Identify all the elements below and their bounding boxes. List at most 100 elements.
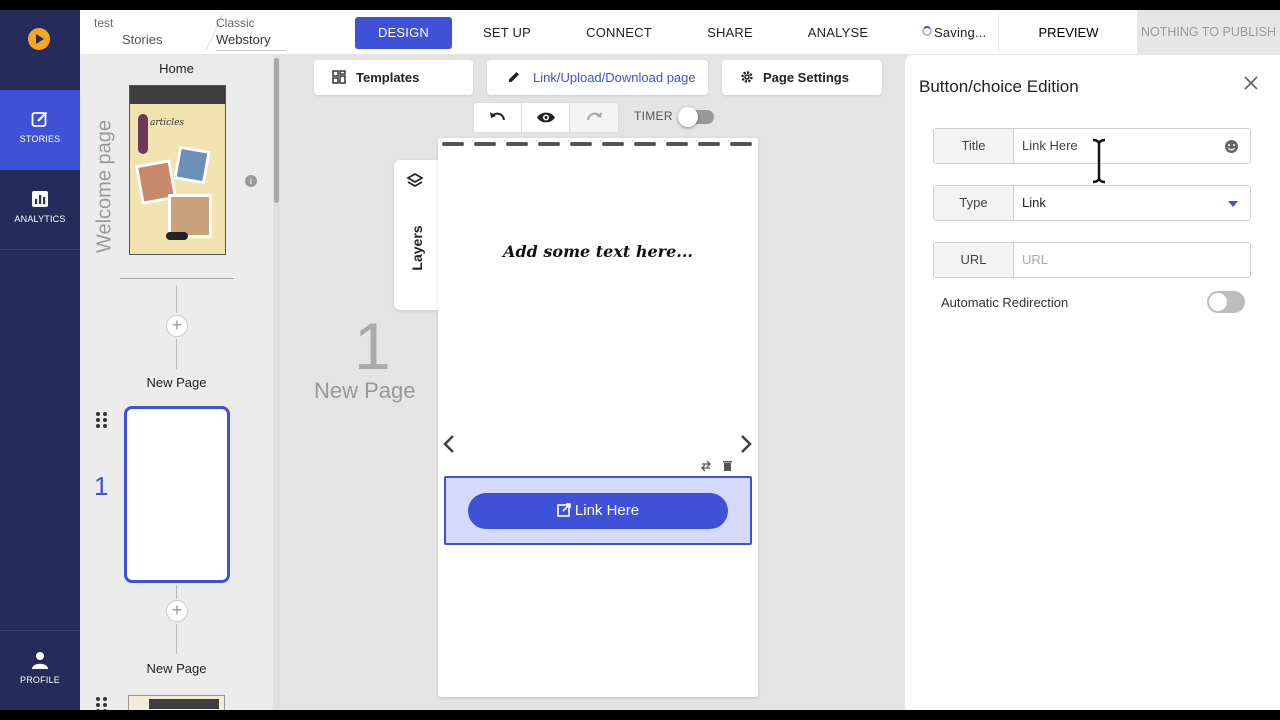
chevron-right-icon[interactable] — [740, 434, 752, 454]
connector-line — [176, 585, 177, 599]
close-icon[interactable] — [1243, 75, 1259, 91]
title-field-label: Title — [934, 129, 1014, 163]
history-controls — [473, 102, 619, 133]
rail-label-analytics: ANALYTICS — [14, 214, 66, 224]
chevron-left-icon[interactable] — [443, 434, 455, 454]
thumb-header-bar — [130, 86, 225, 104]
toggle-knob — [678, 107, 698, 127]
page-settings-label: Page Settings — [763, 70, 849, 85]
breadcrumb-project-name: test — [94, 16, 114, 30]
rail-item-stories[interactable]: STORIES — [0, 90, 80, 170]
breadcrumb-section: Stories — [122, 32, 163, 47]
link-upload-button[interactable]: Link/Upload/Download page — [487, 60, 708, 95]
canvas-text-placeholder[interactable]: Add some text here... — [438, 242, 758, 261]
gear-icon — [741, 71, 753, 83]
page-thumbnail[interactable] — [128, 695, 225, 710]
left-rail: STORIES ANALYTICS PROFILE — [0, 10, 80, 710]
tab-design[interactable]: DESIGN — [355, 17, 452, 49]
drag-handle-icon[interactable] — [96, 412, 108, 430]
rail-item-analytics[interactable]: ANALYTICS — [0, 170, 80, 250]
breadcrumb-story[interactable]: Classic Webstory — [216, 16, 286, 51]
saving-status: Saving... — [934, 25, 987, 40]
page-thumbnail-selected[interactable] — [124, 406, 230, 583]
panel-title: Button/choice Edition — [919, 77, 1079, 96]
trash-icon[interactable] — [722, 460, 733, 472]
title-input[interactable]: Link Here — [1022, 129, 1078, 163]
emoji-icon[interactable] — [1224, 139, 1239, 154]
url-field[interactable]: URL URL — [933, 242, 1251, 278]
templates-label: Templates — [356, 70, 420, 85]
element-tools — [694, 456, 740, 476]
undo-icon — [490, 112, 505, 121]
canvas-page-number: 1 — [354, 309, 391, 383]
selected-button-block[interactable]: Link Here — [444, 476, 752, 545]
thumb-header-bar — [149, 699, 219, 709]
add-page-button[interactable]: + — [166, 315, 188, 337]
app-frame: STORIES ANALYTICS PROFILE test Stories C… — [0, 10, 1280, 710]
layers-label: Layers — [409, 225, 425, 271]
pencil-icon — [509, 72, 519, 82]
tab-connect[interactable]: CONNECT — [574, 17, 664, 49]
swap-icon[interactable] — [700, 460, 712, 472]
scrollbar-thumb[interactable] — [274, 58, 279, 203]
eye-icon — [537, 112, 555, 123]
welcome-label-text: Welcome page — [93, 119, 116, 254]
page-title-new-page-2: New Page — [146, 661, 207, 676]
type-select[interactable]: Type Link — [933, 185, 1251, 221]
caret-down-icon[interactable] — [1228, 201, 1238, 207]
add-page-button[interactable]: + — [166, 600, 188, 622]
link-button[interactable]: Link Here — [468, 493, 728, 529]
connector-line — [176, 624, 177, 654]
tab-setup[interactable]: SET UP — [472, 17, 542, 49]
toggle-knob — [1209, 293, 1227, 311]
url-input[interactable]: URL — [1022, 243, 1048, 277]
thumb-caption: articles — [150, 118, 185, 128]
publish-button[interactable]: NOTHING TO PUBLISH — [1137, 10, 1280, 55]
preview-button[interactable]: PREVIEW — [998, 10, 1138, 55]
auto-redirect-label: Automatic Redirection — [941, 295, 1069, 310]
tab-analyse[interactable]: ANALYSE — [798, 17, 878, 49]
story-canvas[interactable]: Add some text here... — [438, 138, 758, 697]
page-title-new-page: New Page — [146, 375, 207, 390]
page-thumbnail-home[interactable]: articles — [129, 85, 226, 255]
rail-label-profile: PROFILE — [20, 675, 60, 685]
top-bar: test Stories Classic Webstory DESIGN SET… — [80, 10, 1280, 55]
breadcrumb-project[interactable]: test Stories — [94, 16, 162, 47]
thumb-figure — [138, 114, 148, 154]
timer-toggle[interactable] — [678, 107, 714, 127]
story-progress-bars — [442, 142, 754, 146]
breadcrumb-template: Classic — [216, 16, 255, 30]
redo-icon — [587, 112, 602, 121]
welcome-label: Welcome page — [88, 115, 118, 255]
redo-button[interactable] — [570, 103, 618, 132]
layers-icon — [406, 173, 424, 187]
info-icon[interactable]: i — [245, 175, 257, 187]
external-link-icon — [557, 503, 571, 517]
templates-button[interactable]: Templates — [314, 60, 473, 95]
app-logo-icon[interactable] — [28, 28, 50, 50]
page-number: 1 — [94, 471, 109, 501]
pages-sidebar: Home Welcome page articles i + New Page … — [80, 55, 273, 710]
pages-scrollbar[interactable] — [273, 55, 280, 710]
text-cursor-icon — [1092, 138, 1106, 184]
saving-spinner-icon — [922, 26, 932, 36]
auto-redirect-toggle[interactable] — [1207, 291, 1245, 313]
preview-eye-button[interactable] — [522, 103, 570, 132]
user-icon — [32, 652, 48, 669]
layers-tab[interactable]: Layers — [394, 160, 438, 310]
chart-icon — [32, 191, 48, 207]
connector-line — [176, 285, 177, 313]
type-selected-value[interactable]: Link — [1022, 186, 1046, 220]
undo-button[interactable] — [474, 103, 522, 132]
grid-icon — [332, 70, 346, 84]
link-upload-label: Link/Upload/Download page — [533, 70, 696, 85]
page-settings-button[interactable]: Page Settings — [722, 60, 882, 95]
tab-share[interactable]: SHARE — [695, 17, 765, 49]
page-title-home: Home — [159, 61, 194, 76]
canvas-page-label: New Page — [314, 378, 416, 403]
timer-label: TIMER — [634, 109, 673, 123]
drag-handle-icon[interactable] — [96, 697, 108, 710]
rail-label-stories: STORIES — [19, 134, 61, 144]
rail-item-profile[interactable]: PROFILE — [0, 630, 80, 710]
pages-divider — [120, 278, 234, 279]
